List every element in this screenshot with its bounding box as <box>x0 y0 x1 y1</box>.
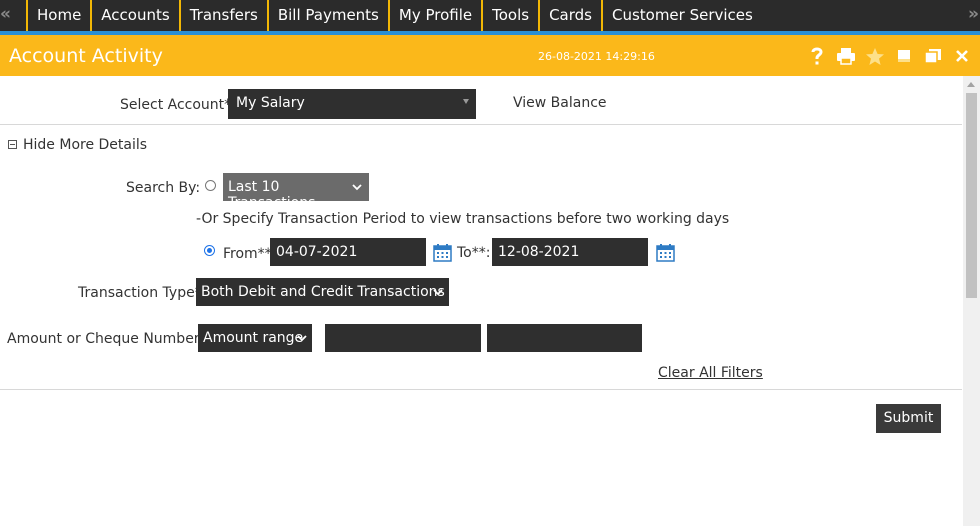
from-date-value: 04-07-2021 <box>276 244 358 260</box>
search-by-label: Search By: <box>126 180 201 196</box>
nav-item-customer-services[interactable]: Customer Services <box>603 0 762 31</box>
chevron-down-icon <box>463 99 469 104</box>
nav-item-bill-payments[interactable]: Bill Payments <box>269 0 390 31</box>
amount-min-input[interactable] <box>325 324 481 352</box>
nav-scroll-left-icon[interactable]: « <box>0 4 11 24</box>
transaction-type-select[interactable]: Both Debit and Credit Transactions <box>196 278 449 306</box>
nav-item-cards[interactable]: Cards <box>540 0 603 31</box>
nav-scroll-right-icon[interactable]: » <box>968 4 979 24</box>
help-icon[interactable] <box>807 45 827 67</box>
session-datetime: 26-08-2021 14:29:16 <box>538 50 655 63</box>
transaction-type-value: Both Debit and Credit Transactions <box>201 284 445 300</box>
account-select[interactable]: My Salary <box>228 89 476 119</box>
page-title: Account Activity <box>9 45 163 67</box>
nav-item-tools[interactable]: Tools <box>483 0 541 31</box>
radio-selected-dot <box>207 248 212 253</box>
transaction-type-label: Transaction Type*: <box>78 285 207 301</box>
last-transactions-value: Last 10 Transactions <box>228 179 316 211</box>
hide-more-details-toggle[interactable]: Hide More Details <box>23 137 147 153</box>
account-select-value: My Salary <box>236 95 305 111</box>
top-navigation: « Home Accounts Transfers Bill Payments … <box>0 0 980 35</box>
chevron-down-icon <box>352 184 362 191</box>
amount-mode-select[interactable]: Amount range <box>198 324 312 352</box>
page-title-bar: Account Activity 26-08-2021 14:29:16 <box>0 35 980 76</box>
radio-transaction-period[interactable] <box>204 245 215 256</box>
to-date-value: 12-08-2021 <box>498 244 580 260</box>
nav-item-my-profile[interactable]: My Profile <box>390 0 484 31</box>
submit-button[interactable]: Submit <box>876 404 941 433</box>
amount-max-input[interactable] <box>487 324 642 352</box>
clear-all-filters-link[interactable]: Clear All Filters <box>658 365 763 381</box>
to-calendar-icon[interactable] <box>656 243 675 262</box>
to-date-input[interactable]: 12-08-2021 <box>492 238 648 266</box>
amount-mode-value: Amount range <box>203 330 304 346</box>
close-icon[interactable] <box>952 45 972 67</box>
nav-item-accounts[interactable]: Accounts <box>92 0 181 31</box>
from-calendar-icon[interactable] <box>433 243 452 262</box>
minimize-icon[interactable] <box>894 45 914 67</box>
divider <box>0 124 962 125</box>
scroll-up-arrow-icon[interactable] <box>967 82 975 87</box>
select-account-label: Select Account*: <box>120 97 236 113</box>
chevron-down-icon <box>433 289 443 296</box>
restore-icon[interactable] <box>923 45 943 67</box>
amount-cheque-label: Amount or Cheque Numbers: <box>7 331 212 347</box>
to-date-label: To**: <box>457 245 491 261</box>
nav-item-transfers[interactable]: Transfers <box>181 0 269 31</box>
nav-menu: Home Accounts Transfers Bill Payments My… <box>26 0 762 31</box>
print-icon[interactable] <box>836 45 856 67</box>
from-date-input[interactable]: 04-07-2021 <box>270 238 426 266</box>
divider <box>0 389 962 390</box>
nav-item-home[interactable]: Home <box>26 0 93 31</box>
from-date-label: From**: <box>223 246 277 262</box>
favorite-star-icon[interactable] <box>865 45 885 67</box>
view-balance-link[interactable]: View Balance <box>513 95 607 111</box>
period-note: -Or Specify Transaction Period to view t… <box>196 211 730 227</box>
collapse-minus-icon[interactable] <box>8 140 17 149</box>
scrollbar-thumb[interactable] <box>966 93 977 298</box>
last-transactions-select[interactable]: Last 10 Transactions <box>223 173 369 211</box>
title-toolbar <box>807 45 972 67</box>
chevron-down-icon <box>297 335 307 342</box>
radio-last-transactions[interactable] <box>205 180 216 191</box>
